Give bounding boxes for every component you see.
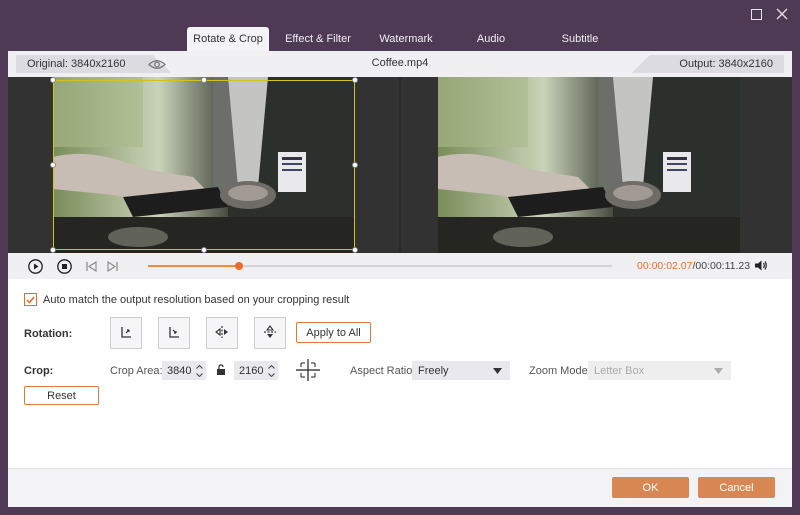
increment-icon[interactable]: [193, 363, 205, 371]
play-icon[interactable]: [28, 259, 43, 277]
output-preview-pane: [401, 77, 792, 253]
maximize-icon[interactable]: [748, 6, 764, 22]
rotation-label: Rotation:: [24, 328, 73, 340]
dialog-footer: OK Cancel: [8, 468, 792, 507]
flip-horizontal-icon: [214, 324, 230, 343]
progress-track[interactable]: [148, 262, 612, 270]
total-time: 00:00:11.23: [695, 260, 751, 272]
rotate-left-icon: [118, 324, 134, 343]
cancel-button[interactable]: Cancel: [698, 477, 775, 498]
video-preview: [8, 77, 792, 253]
increment-icon[interactable]: [265, 363, 277, 371]
rotate-left-button[interactable]: [110, 317, 142, 349]
unlock-icon[interactable]: [216, 364, 226, 379]
chevron-down-icon: [493, 365, 502, 377]
rotate-right-icon: [166, 324, 182, 343]
progress-fill: [148, 265, 240, 267]
crop-height-field: [234, 361, 278, 380]
auto-match-row: Auto match the output resolution based o…: [24, 293, 349, 306]
tab-subtitle[interactable]: Subtitle: [537, 27, 623, 51]
zoom-mode-value: Letter Box: [594, 364, 645, 377]
tab-effect-filter[interactable]: Effect & Filter: [269, 27, 367, 51]
aspect-ratio-value: Freely: [418, 364, 449, 377]
current-time: 00:00:02.07: [637, 260, 693, 272]
aspect-ratio-label: Aspect Ratio:: [350, 365, 416, 377]
flip-vertical-button[interactable]: [254, 317, 286, 349]
next-frame-icon[interactable]: [107, 260, 118, 275]
decrement-icon[interactable]: [265, 371, 277, 379]
stop-icon[interactable]: [57, 259, 72, 277]
original-preview-pane[interactable]: [8, 77, 399, 253]
crop-width-input[interactable]: [163, 362, 193, 379]
flip-horizontal-button[interactable]: [206, 317, 238, 349]
reset-button[interactable]: Reset: [24, 386, 99, 405]
previous-frame-icon[interactable]: [86, 260, 97, 275]
close-icon[interactable]: [774, 6, 790, 22]
tab-audio[interactable]: Audio: [445, 27, 537, 51]
zoom-mode-label: Zoom Mode:: [529, 365, 591, 377]
rotate-right-button[interactable]: [158, 317, 190, 349]
chevron-down-icon: [714, 365, 723, 377]
tab-watermark[interactable]: Watermark: [367, 27, 445, 51]
auto-match-checkbox[interactable]: [24, 293, 37, 306]
main-panel: Original: 3840x2160 Coffee.mp4 Output: 3…: [8, 51, 792, 507]
flip-vertical-icon: [262, 324, 278, 343]
crop-width-stepper: [193, 363, 205, 379]
original-video-frame: [53, 77, 355, 253]
output-resolution-label: Output: 3840x2160: [631, 55, 784, 73]
window-controls: [748, 6, 790, 22]
volume-icon[interactable]: [754, 259, 768, 275]
crop-area-label: Crop Area:: [110, 365, 163, 377]
crop-height-stepper: [265, 363, 277, 379]
crop-label: Crop:: [24, 365, 54, 377]
crop-width-field: [162, 361, 206, 380]
tab-rotate-crop[interactable]: Rotate & Crop: [187, 27, 269, 51]
timecode: 00:00:02.07/00:00:11.23: [637, 260, 750, 272]
playback-bar: 00:00:02.07/00:00:11.23: [8, 253, 792, 279]
aspect-ratio-select[interactable]: Freely: [412, 361, 510, 380]
apply-to-all-button[interactable]: Apply to All: [296, 322, 371, 343]
zoom-mode-select: Letter Box: [588, 361, 731, 380]
crop-height-input[interactable]: [235, 362, 265, 379]
center-crop-icon[interactable]: [295, 358, 321, 385]
output-video-frame: [438, 77, 740, 253]
file-bar: Original: 3840x2160 Coffee.mp4 Output: 3…: [8, 51, 792, 77]
tab-bar: Rotate & Crop Effect & Filter Watermark …: [187, 27, 623, 51]
decrement-icon[interactable]: [193, 371, 205, 379]
progress-knob[interactable]: [235, 262, 244, 270]
auto-match-label: Auto match the output resolution based o…: [43, 293, 350, 306]
ok-button[interactable]: OK: [612, 477, 689, 498]
